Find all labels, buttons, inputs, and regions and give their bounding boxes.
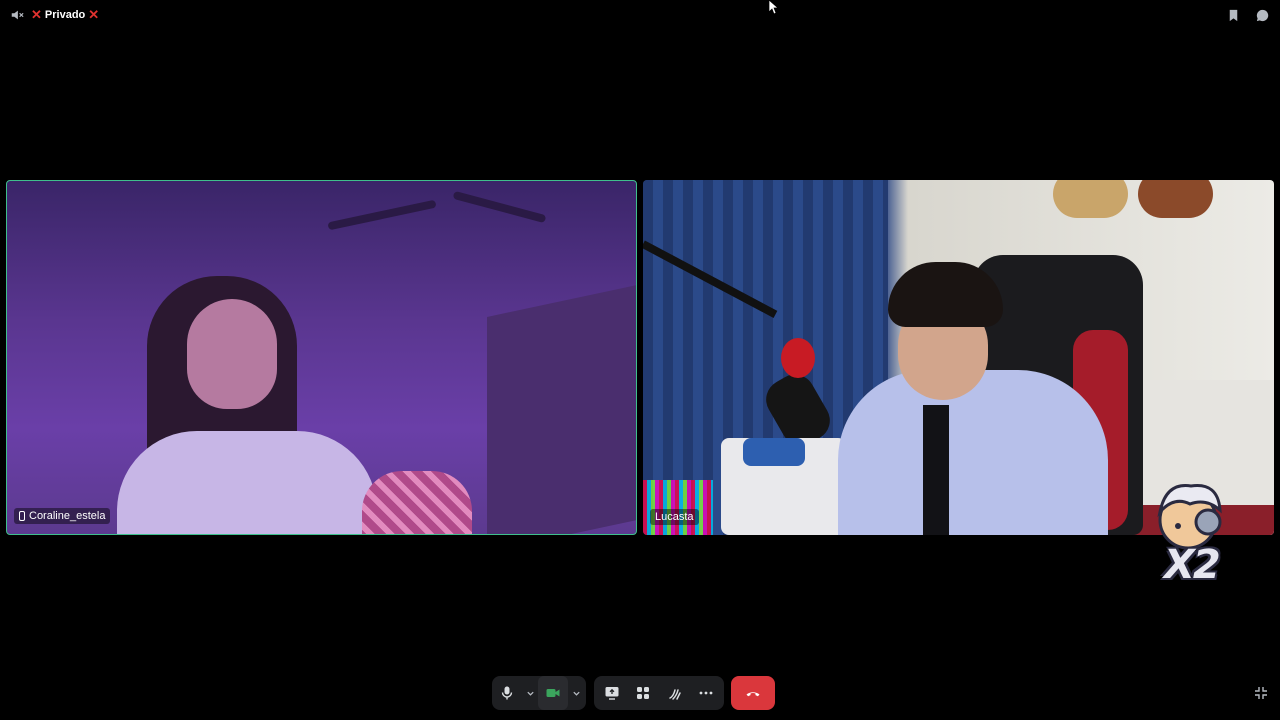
screen-share-button[interactable]	[596, 676, 628, 710]
ceiling-fan	[327, 199, 437, 231]
video-tile-coraline[interactable]: Coraline_estela	[6, 180, 637, 535]
activities-button[interactable]	[628, 676, 660, 710]
microphone-icon	[501, 686, 513, 700]
phone-hangup-icon	[746, 692, 760, 697]
activity-controls	[594, 676, 724, 710]
speaker-muted-icon[interactable]	[10, 8, 24, 22]
participant-name: Lucasta	[655, 511, 694, 523]
participant-video	[923, 405, 949, 535]
bookmark-icon[interactable]	[1226, 8, 1241, 23]
exit-fullscreen-icon[interactable]	[1254, 686, 1268, 700]
activities-icon	[637, 687, 650, 699]
more-options-button[interactable]	[691, 676, 723, 710]
dresser	[487, 285, 636, 534]
more-icon	[699, 691, 713, 695]
channel-name: Privado	[44, 8, 86, 21]
disconnect-button[interactable]	[731, 676, 775, 710]
channel-title: ✕ Privado ✕	[31, 8, 99, 21]
participant-video	[187, 299, 277, 409]
close-mark-icon: ✕	[88, 7, 100, 22]
keychain-figure	[781, 338, 815, 378]
camera-button[interactable]	[538, 676, 568, 710]
close-mark-icon: ✕	[31, 7, 42, 22]
participant-video	[117, 431, 377, 534]
chat-icon[interactable]	[1255, 8, 1270, 23]
rgb-keyboard	[643, 480, 713, 535]
mobile-phone-icon	[19, 511, 25, 521]
guitar	[1138, 180, 1213, 218]
top-bar: ✕ Privado ✕	[0, 0, 1280, 32]
audio-video-controls	[492, 676, 586, 710]
participant-name-tag: Coraline_estela	[14, 508, 111, 524]
microphone-options-button[interactable]	[522, 676, 538, 710]
screen-share-icon	[605, 687, 619, 700]
sticker-text: X2	[1164, 542, 1221, 588]
camera-options-button[interactable]	[568, 676, 584, 710]
guitar	[1053, 180, 1128, 218]
desk-device	[743, 438, 805, 466]
participant-name-tag: Lucasta	[650, 509, 699, 525]
soundboard-button[interactable]	[659, 676, 691, 710]
soundboard-icon	[669, 689, 681, 700]
ceiling-fan	[452, 190, 547, 224]
chevron-down-icon	[572, 691, 580, 696]
chevron-down-icon	[526, 691, 534, 696]
mouse-cursor-icon	[769, 0, 778, 14]
participant-video	[838, 370, 1108, 535]
microphone-button[interactable]	[492, 676, 522, 710]
sticker-overlay: X2	[1146, 482, 1236, 590]
camera-icon	[546, 689, 560, 697]
participant-name: Coraline_estela	[29, 510, 106, 522]
participant-video	[362, 471, 472, 534]
